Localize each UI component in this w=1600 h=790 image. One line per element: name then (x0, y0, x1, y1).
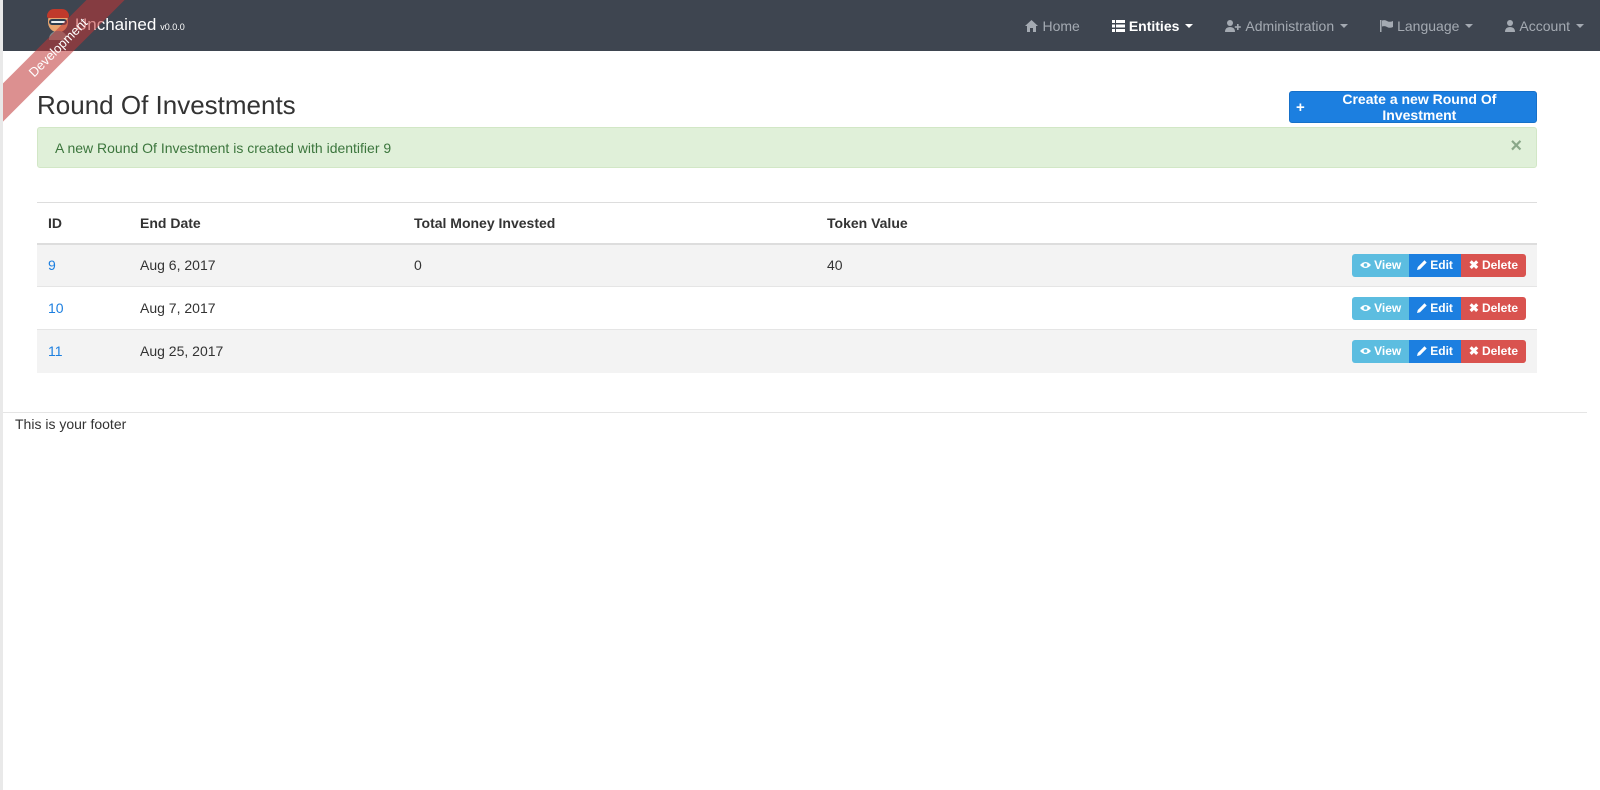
close-icon[interactable]: × (1510, 136, 1522, 156)
edit-label: Edit (1430, 301, 1453, 315)
pencil-icon (1417, 303, 1427, 313)
header-id[interactable]: ID (37, 202, 129, 245)
edit-button[interactable]: Edit (1409, 296, 1461, 320)
brand[interactable]: Unchained v0.0.0 (45, 7, 185, 43)
remove-icon: ✖ (1468, 258, 1479, 273)
cell-token-value (816, 329, 1064, 373)
nav-item-account[interactable]: Account (1489, 0, 1600, 51)
plus-icon: + (1296, 98, 1305, 116)
cell-end-date: Aug 7, 2017 (129, 286, 403, 330)
cell-total-money-invested: 0 (403, 243, 816, 287)
row-id-link[interactable]: 9 (48, 257, 56, 273)
view-button[interactable]: View (1352, 253, 1410, 277)
create-button-label: Create a new Round Of Investment (1342, 91, 1497, 123)
delete-button[interactable]: ✖ Delete (1460, 296, 1526, 320)
caret-down-icon (1576, 23, 1584, 28)
main-nav: Home Entities Administration Language Ac… (1009, 0, 1600, 51)
caret-down-icon (1465, 23, 1474, 28)
table-row: 9 Aug 6, 2017 0 40 View Edit ✖ Delete (37, 243, 1537, 287)
caret-down-icon (1340, 23, 1349, 28)
nav-item-label: Language (1397, 17, 1460, 34)
eye-icon (1360, 304, 1372, 312)
window-edge (0, 0, 3, 790)
nav-item-administration[interactable]: Administration (1209, 0, 1364, 51)
home-icon (1025, 19, 1039, 32)
remove-icon: ✖ (1468, 344, 1479, 359)
row-actions: View Edit ✖ Delete (1352, 339, 1526, 363)
user-plus-icon (1225, 19, 1242, 32)
view-label: View (1374, 301, 1402, 315)
eye-icon (1360, 347, 1372, 355)
header-token-value[interactable]: Token Value (816, 202, 1064, 245)
row-id-link[interactable]: 10 (48, 300, 64, 316)
edit-label: Edit (1430, 344, 1453, 359)
header-total-money-invested[interactable]: Total Money Invested (403, 202, 816, 245)
cell-token-value: 40 (816, 243, 1064, 287)
brand-version: v0.0.0 (160, 22, 185, 32)
delete-label: Delete (1481, 258, 1518, 273)
remove-icon: ✖ (1468, 301, 1479, 315)
top-navbar: Unchained v0.0.0 Home Entities Administr… (3, 0, 1600, 51)
page-title: Round Of Investments (37, 90, 296, 120)
logo-avatar-icon (45, 9, 71, 40)
footer-divider (3, 412, 1587, 413)
table-row: 10 Aug 7, 2017 View Edit ✖ Delete (37, 286, 1537, 330)
edit-label: Edit (1430, 258, 1453, 273)
nav-item-home[interactable]: Home (1009, 0, 1095, 51)
cell-token-value (816, 286, 1064, 330)
view-label: View (1374, 258, 1402, 273)
nav-item-label: Home (1042, 17, 1080, 34)
footer-text: This is your footer (15, 416, 127, 432)
view-button[interactable]: View (1352, 296, 1410, 320)
table-row: 11 Aug 25, 2017 View Edit ✖ Delete (37, 329, 1537, 373)
nav-item-entities[interactable]: Entities (1096, 0, 1210, 51)
cell-total-money-invested (403, 286, 816, 330)
view-label: View (1374, 344, 1402, 359)
delete-label: Delete (1481, 301, 1518, 315)
nav-item-label: Entities (1128, 17, 1180, 34)
user-icon (1505, 19, 1516, 32)
delete-label: Delete (1481, 344, 1518, 359)
nav-item-label: Account (1519, 17, 1570, 34)
row-actions: View Edit ✖ Delete (1352, 296, 1526, 320)
table-header-row: ID End Date Total Money Invested Token V… (37, 202, 1537, 245)
edit-button[interactable]: Edit (1409, 253, 1461, 277)
flag-icon (1380, 19, 1394, 32)
pencil-icon (1417, 260, 1427, 271)
cell-end-date: Aug 6, 2017 (129, 243, 403, 287)
caret-down-icon (1185, 23, 1194, 28)
header-actions (1063, 202, 1537, 245)
brand-name: Unchained (75, 15, 157, 34)
delete-button[interactable]: ✖ Delete (1460, 339, 1526, 363)
edit-button[interactable]: Edit (1409, 339, 1461, 363)
cell-end-date: Aug 25, 2017 (129, 329, 403, 373)
cell-total-money-invested (403, 329, 816, 373)
alert-message: A new Round Of Investment is created wit… (55, 140, 392, 156)
create-round-of-investment-button[interactable]: + Create a new Round Of Investment (1289, 91, 1537, 123)
th-list-icon (1111, 19, 1125, 32)
view-button[interactable]: View (1352, 339, 1410, 363)
delete-button[interactable]: ✖ Delete (1460, 253, 1526, 277)
eye-icon (1360, 261, 1372, 269)
round-of-investments-table: ID End Date Total Money Invested Token V… (37, 202, 1537, 373)
row-id-link[interactable]: 11 (48, 343, 63, 359)
nav-item-language[interactable]: Language (1364, 0, 1489, 51)
row-actions: View Edit ✖ Delete (1352, 253, 1526, 277)
pencil-icon (1417, 346, 1427, 357)
success-alert: A new Round Of Investment is created wit… (37, 127, 1537, 168)
header-end-date[interactable]: End Date (129, 202, 403, 245)
nav-item-label: Administration (1245, 17, 1335, 34)
